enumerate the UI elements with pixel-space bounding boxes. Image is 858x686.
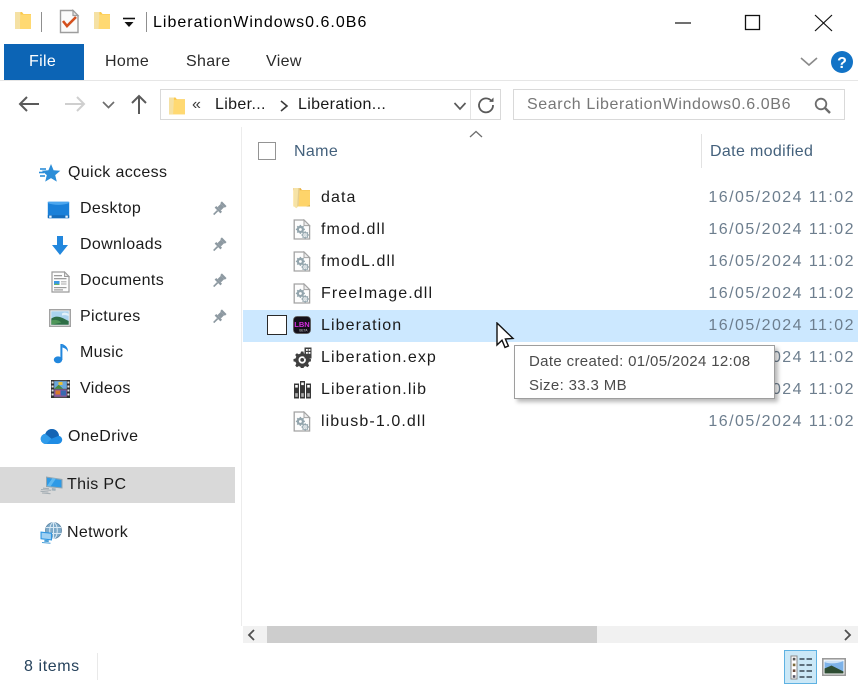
svg-text:?: ? <box>837 55 847 72</box>
svg-text:LBN: LBN <box>294 320 309 329</box>
svg-text:BETA: BETA <box>299 329 308 333</box>
